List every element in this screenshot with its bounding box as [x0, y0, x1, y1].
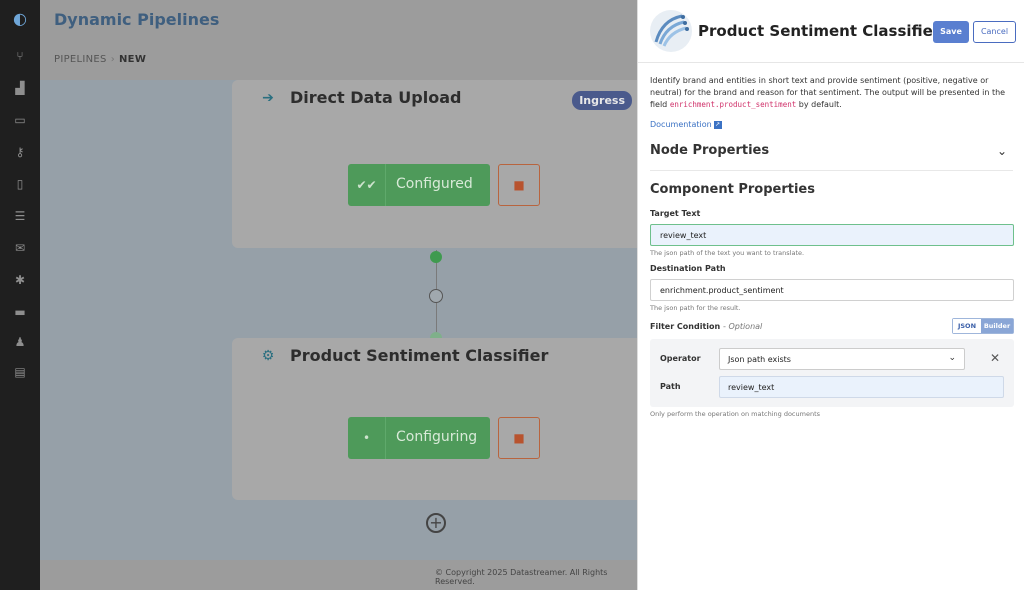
description-tail: by default.	[798, 100, 842, 109]
component-description: Identify brand and entities in short tex…	[650, 75, 1016, 111]
trash-icon: ■	[513, 178, 525, 192]
destination-path-label: Destination Path	[650, 264, 726, 273]
operator-select[interactable]: Json path exists ⌄	[719, 348, 965, 370]
node-properties-heading[interactable]: Node Properties	[650, 143, 769, 158]
json-mode-button[interactable]: JSON	[953, 319, 981, 333]
save-button[interactable]: Save	[933, 21, 969, 43]
breadcrumb-new: NEW	[119, 54, 147, 65]
target-text-input[interactable]: review_text	[650, 224, 1014, 246]
main-area: Dynamic Pipelines PIPELINES › NEW ➔ Direct…	[40, 0, 637, 590]
more-options-icon[interactable]	[429, 289, 443, 303]
add-node-button[interactable]: +	[426, 513, 446, 533]
mail-icon[interactable]: ✉	[13, 241, 27, 255]
filter-builder: Operator Json path exists ⌄ ✕ Path revie…	[650, 339, 1014, 407]
bell-icon[interactable]: ♟	[13, 335, 27, 349]
target-text-label: Target Text	[650, 209, 701, 218]
documentation-link-label: Documentation	[650, 120, 712, 129]
target-text-help: The json path of the text you want to tr…	[650, 249, 805, 257]
logo-icon[interactable]: ◐	[13, 11, 27, 27]
configured-button[interactable]: ✔✔ Configured	[348, 164, 490, 206]
filter-mode-toggle: JSON Builder	[952, 318, 1014, 334]
path-input[interactable]: review_text	[719, 376, 1004, 398]
classifier-icon: ⚙	[261, 348, 275, 364]
book-icon[interactable]: ▯	[13, 177, 27, 191]
operator-label: Operator	[660, 354, 701, 363]
operator-value: Json path exists	[728, 355, 791, 364]
check-dot-icon	[430, 251, 442, 263]
breadcrumb-pipelines[interactable]: PIPELINES	[54, 54, 107, 65]
ingress-badge: Ingress	[572, 91, 632, 110]
key-icon[interactable]: ⚷	[13, 145, 27, 159]
delete-node-button[interactable]: ■	[498, 417, 540, 459]
close-icon[interactable]: ✕	[990, 351, 1000, 365]
filter-condition-label: Filter Condition - Optional	[650, 322, 762, 331]
breadcrumb: PIPELINES › NEW	[54, 54, 146, 65]
node-product-sentiment-classifier[interactable]: ⚙ Product Sentiment Classifier • Configu…	[232, 338, 637, 500]
archive-icon[interactable]: ▭	[13, 113, 27, 127]
pipeline-canvas[interactable]: ➔ Direct Data Upload Ingress ✔✔ Configur…	[40, 80, 637, 560]
destination-path-help: The json path for the result.	[650, 304, 741, 312]
divider	[650, 170, 1013, 171]
filter-help: Only perform the operation on matching d…	[650, 410, 820, 418]
double-check-icon: ✔✔	[348, 164, 386, 206]
status-label: Configured	[396, 176, 473, 192]
puzzle-icon[interactable]: ✱	[13, 273, 27, 287]
external-link-icon: ↗	[713, 120, 722, 129]
page-title: Dynamic Pipelines	[54, 10, 220, 29]
node-title: Direct Data Upload	[290, 88, 462, 107]
node-title: Product Sentiment Classifier	[290, 346, 549, 365]
node-direct-data-upload[interactable]: ➔ Direct Data Upload Ingress ✔✔ Configur…	[232, 80, 637, 248]
cancel-button[interactable]: Cancel	[973, 21, 1016, 43]
card-icon[interactable]: ▬	[13, 305, 27, 319]
optional-hint: - Optional	[723, 322, 763, 331]
documentation-link[interactable]: Documentation ↗	[650, 120, 722, 129]
branch-icon[interactable]: ⑂	[13, 49, 27, 63]
chevron-down-icon: ⌄	[948, 353, 956, 363]
icon-rail: ◐ ⑂ ▟ ▭ ⚷ ▯ ☰ ✉ ✱ ▬ ♟ ▤	[0, 0, 40, 590]
description-code: enrichment.product_sentiment	[669, 100, 797, 109]
trash-icon: ■	[513, 431, 525, 445]
chevron-down-icon[interactable]: ⌄	[997, 144, 1007, 158]
ingress-arrow-icon: ➔	[262, 90, 274, 106]
list-icon[interactable]: ☰	[13, 209, 27, 223]
component-properties-heading: Component Properties	[650, 182, 815, 197]
delete-node-button[interactable]: ■	[498, 164, 540, 206]
chart-icon[interactable]: ▟	[13, 81, 27, 95]
filter-condition-text: Filter Condition	[650, 322, 721, 331]
calculator-icon[interactable]: ▤	[13, 365, 27, 379]
classifier-logo-icon	[650, 10, 692, 52]
panel-header: Product Sentiment Classifier Save Cancel	[638, 0, 1024, 63]
spinner-icon: •	[348, 417, 386, 459]
configuring-button[interactable]: • Configuring	[348, 417, 490, 459]
footer-copyright: © Copyright 2025 Datastreamer. All Right…	[435, 568, 608, 586]
node-config-panel: Product Sentiment Classifier Save Cancel…	[637, 0, 1024, 590]
destination-path-input[interactable]: enrichment.product_sentiment	[650, 279, 1014, 301]
builder-mode-button[interactable]: Builder	[981, 319, 1013, 333]
chevron-right-icon: ›	[110, 54, 116, 65]
path-label: Path	[660, 382, 681, 391]
status-label: Configuring	[396, 429, 478, 445]
panel-title: Product Sentiment Classifier	[698, 22, 941, 40]
